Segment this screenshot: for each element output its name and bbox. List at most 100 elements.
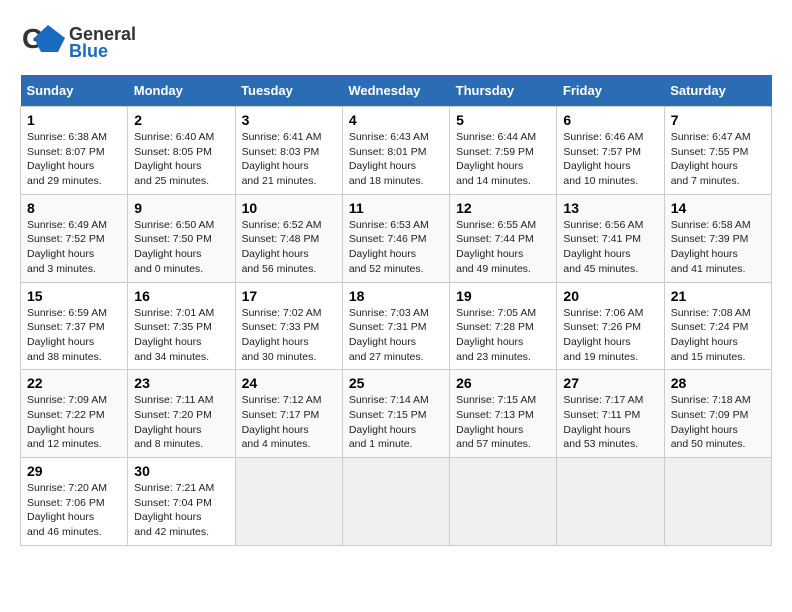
calendar-day-cell: 29Sunrise: 7:20 AMSunset: 7:06 PMDayligh…: [21, 458, 128, 546]
calendar-day-cell: 11 Sunrise: 6:53 AMSunset: 7:46 PMDayligh…: [342, 194, 449, 282]
day-info: Sunrise: 7:18 AMSunset: 7:09 PMDaylight …: [671, 393, 765, 452]
day-number: 24: [242, 375, 336, 391]
daylight-label: Daylight hours: [671, 159, 765, 174]
sunrise-text: Sunrise: 6:46 AM: [563, 130, 657, 145]
sunset-text: Sunset: 7:24 PM: [671, 320, 765, 335]
day-info: Sunrise: 6:52 AMSunset: 7:48 PMDaylight …: [242, 218, 336, 277]
sunset-text: Sunset: 7:46 PM: [349, 232, 443, 247]
daylight-label: Daylight hours: [456, 335, 550, 350]
sunrise-text: Sunrise: 7:15 AM: [456, 393, 550, 408]
page-header: GGeneralBlue: [20, 20, 772, 65]
day-info: Sunrise: 6:55 AMSunset: 7:44 PMDaylight …: [456, 218, 550, 277]
sunrise-text: Sunrise: 7:11 AM: [134, 393, 228, 408]
day-info: Sunrise: 6:43 AMSunset: 8:01 PMDaylight …: [349, 130, 443, 189]
sunset-text: Sunset: 7:06 PM: [27, 496, 121, 511]
sunset-text: Sunset: 8:05 PM: [134, 145, 228, 160]
sunset-text: Sunset: 7:13 PM: [456, 408, 550, 423]
daylight-label: Daylight hours: [349, 159, 443, 174]
day-number: 25: [349, 375, 443, 391]
sunset-text: Sunset: 7:11 PM: [563, 408, 657, 423]
daylight-label: Daylight hours: [134, 247, 228, 262]
daylight-label: Daylight hours: [563, 335, 657, 350]
sunrise-text: Sunrise: 6:41 AM: [242, 130, 336, 145]
day-number: 5: [456, 112, 550, 128]
day-number: 8: [27, 200, 121, 216]
daylight-value: and 0 minutes.: [134, 262, 228, 277]
daylight-value: and 29 minutes.: [27, 174, 121, 189]
calendar-week-row: 1Sunrise: 6:38 AMSunset: 8:07 PMDaylight…: [21, 107, 772, 195]
day-number: 14: [671, 200, 765, 216]
daylight-label: Daylight hours: [563, 423, 657, 438]
calendar-day-cell: 27 Sunrise: 7:17 AMSunset: 7:11 PMDayligh…: [557, 370, 664, 458]
calendar-day-cell: [664, 458, 771, 546]
day-info: Sunrise: 7:01 AMSunset: 7:35 PMDaylight …: [134, 306, 228, 365]
day-info: Sunrise: 7:02 AMSunset: 7:33 PMDaylight …: [242, 306, 336, 365]
sunset-text: Sunset: 7:39 PM: [671, 232, 765, 247]
daylight-value: and 23 minutes.: [456, 350, 550, 365]
weekday-header-wednesday: Wednesday: [342, 75, 449, 107]
weekday-header-saturday: Saturday: [664, 75, 771, 107]
day-info: Sunrise: 6:53 AMSunset: 7:46 PMDaylight …: [349, 218, 443, 277]
calendar-day-cell: 12Sunrise: 6:55 AMSunset: 7:44 PMDayligh…: [450, 194, 557, 282]
calendar-day-cell: 17 Sunrise: 7:02 AMSunset: 7:33 PMDayligh…: [235, 282, 342, 370]
sunrise-text: Sunrise: 6:38 AM: [27, 130, 121, 145]
day-info: Sunrise: 7:08 AMSunset: 7:24 PMDaylight …: [671, 306, 765, 365]
daylight-label: Daylight hours: [134, 159, 228, 174]
sunset-text: Sunset: 7:37 PM: [27, 320, 121, 335]
day-info: Sunrise: 7:06 AMSunset: 7:26 PMDaylight …: [563, 306, 657, 365]
sunrise-text: Sunrise: 7:17 AM: [563, 393, 657, 408]
day-number: 17: [242, 288, 336, 304]
sunset-text: Sunset: 7:17 PM: [242, 408, 336, 423]
sunrise-text: Sunrise: 6:47 AM: [671, 130, 765, 145]
day-info: Sunrise: 7:15 AMSunset: 7:13 PMDaylight …: [456, 393, 550, 452]
sunset-text: Sunset: 7:28 PM: [456, 320, 550, 335]
sunrise-text: Sunrise: 7:08 AM: [671, 306, 765, 321]
day-number: 2: [134, 112, 228, 128]
calendar-header-row: SundayMondayTuesdayWednesdayThursdayFrid…: [21, 75, 772, 107]
daylight-label: Daylight hours: [671, 335, 765, 350]
day-number: 1: [27, 112, 121, 128]
day-info: Sunrise: 6:38 AMSunset: 8:07 PMDaylight …: [27, 130, 121, 189]
weekday-header-sunday: Sunday: [21, 75, 128, 107]
calendar-day-cell: 1 Sunrise: 6:38 AMSunset: 8:07 PMDaylight…: [21, 107, 128, 195]
daylight-value: and 3 minutes.: [27, 262, 121, 277]
sunrise-text: Sunrise: 6:40 AM: [134, 130, 228, 145]
sunrise-text: Sunrise: 7:21 AM: [134, 481, 228, 496]
sunrise-text: Sunrise: 7:18 AM: [671, 393, 765, 408]
daylight-value: and 41 minutes.: [671, 262, 765, 277]
sunrise-text: Sunrise: 7:09 AM: [27, 393, 121, 408]
daylight-value: and 15 minutes.: [671, 350, 765, 365]
weekday-header-thursday: Thursday: [450, 75, 557, 107]
sunset-text: Sunset: 8:07 PM: [27, 145, 121, 160]
day-number: 11: [349, 200, 443, 216]
daylight-label: Daylight hours: [563, 247, 657, 262]
calendar-day-cell: 19Sunrise: 7:05 AMSunset: 7:28 PMDayligh…: [450, 282, 557, 370]
day-info: Sunrise: 7:11 AMSunset: 7:20 PMDaylight …: [134, 393, 228, 452]
day-number: 27: [563, 375, 657, 391]
weekday-header-friday: Friday: [557, 75, 664, 107]
day-info: Sunrise: 7:20 AMSunset: 7:06 PMDaylight …: [27, 481, 121, 540]
day-number: 6: [563, 112, 657, 128]
sunset-text: Sunset: 7:04 PM: [134, 496, 228, 511]
calendar-day-cell: 21Sunrise: 7:08 AMSunset: 7:24 PMDayligh…: [664, 282, 771, 370]
calendar-day-cell: 8Sunrise: 6:49 AMSunset: 7:52 PMDaylight…: [21, 194, 128, 282]
day-info: Sunrise: 7:09 AMSunset: 7:22 PMDaylight …: [27, 393, 121, 452]
logo: GGeneralBlue: [20, 20, 136, 65]
day-info: Sunrise: 6:50 AMSunset: 7:50 PMDaylight …: [134, 218, 228, 277]
day-number: 22: [27, 375, 121, 391]
daylight-value: and 18 minutes.: [349, 174, 443, 189]
day-info: Sunrise: 6:44 AMSunset: 7:59 PMDaylight …: [456, 130, 550, 189]
calendar-day-cell: 30Sunrise: 7:21 AMSunset: 7:04 PMDayligh…: [128, 458, 235, 546]
day-info: Sunrise: 7:21 AMSunset: 7:04 PMDaylight …: [134, 481, 228, 540]
calendar-day-cell: 20Sunrise: 7:06 AMSunset: 7:26 PMDayligh…: [557, 282, 664, 370]
day-number: 10: [242, 200, 336, 216]
sunset-text: Sunset: 7:57 PM: [563, 145, 657, 160]
sunrise-text: Sunrise: 6:49 AM: [27, 218, 121, 233]
sunrise-text: Sunrise: 7:06 AM: [563, 306, 657, 321]
day-number: 3: [242, 112, 336, 128]
sunrise-text: Sunrise: 7:03 AM: [349, 306, 443, 321]
calendar-day-cell: [235, 458, 342, 546]
calendar-day-cell: 18Sunrise: 7:03 AMSunset: 7:31 PMDayligh…: [342, 282, 449, 370]
daylight-label: Daylight hours: [134, 510, 228, 525]
day-number: 28: [671, 375, 765, 391]
